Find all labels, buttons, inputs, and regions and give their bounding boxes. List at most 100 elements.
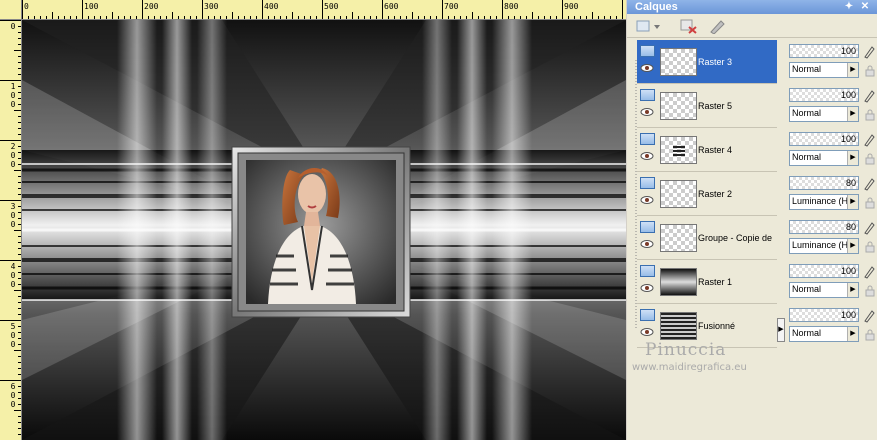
delete-layer-icon xyxy=(680,19,697,34)
new-layer-button[interactable] xyxy=(635,17,663,35)
chevron-right-icon: ▶ xyxy=(847,283,858,297)
layer-row-groupe-copie[interactable]: Groupe - Copie de 80 Luminance (H) ▶ xyxy=(637,216,877,260)
opacity-slider[interactable]: 100 xyxy=(789,132,859,146)
brush-icon[interactable] xyxy=(863,89,875,103)
brush-icon[interactable] xyxy=(863,221,875,235)
blend-mode-select[interactable]: Luminance (H) ▶ xyxy=(789,194,859,210)
brush-icon[interactable] xyxy=(863,177,875,191)
ruler-h-label: 500 xyxy=(324,2,339,11)
ruler-h-label: 200 xyxy=(144,2,159,11)
layer-main[interactable]: Groupe - Copie de xyxy=(637,216,777,260)
chevron-right-icon: ▶ xyxy=(847,107,858,121)
blend-mode-select[interactable]: Normal ▶ xyxy=(789,326,859,342)
blend-mode-select[interactable]: Normal ▶ xyxy=(789,106,859,122)
ruler-v-label: 100 xyxy=(10,82,16,109)
close-icon[interactable]: ✕ xyxy=(859,1,871,12)
lock-icon[interactable] xyxy=(865,285,875,297)
layer-row-raster-1[interactable]: Raster 1 100 Normal ▶ xyxy=(637,260,877,304)
layer-main[interactable]: Raster 2 xyxy=(637,172,777,216)
layer-row-raster-2[interactable]: Raster 2 80 Luminance (H) ▶ xyxy=(637,172,877,216)
layer-row-raster-4[interactable]: Raster 4 100 Normal ▶ xyxy=(637,128,877,172)
lock-icon[interactable] xyxy=(865,197,875,209)
visibility-eye-icon[interactable] xyxy=(640,283,654,293)
delete-layer-button[interactable] xyxy=(679,17,699,35)
lock-icon[interactable] xyxy=(865,65,875,77)
layer-thumbnail xyxy=(660,92,697,120)
layer-thumbnail xyxy=(660,180,697,208)
canvas-image[interactable] xyxy=(22,20,626,440)
brush-icon[interactable] xyxy=(863,309,875,323)
layer-properties-button[interactable] xyxy=(707,17,727,35)
raster-layer-icon xyxy=(640,265,655,277)
layer-controls: 100 Normal ▶ xyxy=(787,262,877,302)
lock-icon[interactable] xyxy=(865,153,875,165)
layer-row-raster-3[interactable]: Raster 3 100 Normal ▶ xyxy=(637,40,877,84)
ruler-h-label: 400 xyxy=(264,2,279,11)
blend-mode-value: Normal xyxy=(792,64,822,74)
blend-mode-select[interactable]: Luminance (H) ▶ xyxy=(789,238,859,254)
layer-name: Raster 1 xyxy=(698,277,733,287)
opacity-slider[interactable]: 100 xyxy=(789,88,859,102)
ruler-v-label: 500 xyxy=(10,322,16,349)
pin-icon[interactable]: ✦ xyxy=(843,1,855,12)
opacity-value: 100 xyxy=(840,266,856,276)
layer-controls: 80 Luminance (H) ▶ xyxy=(787,218,877,258)
blend-mode-value: Normal xyxy=(792,284,822,294)
layer-thumbnail xyxy=(660,312,697,340)
brush-icon[interactable] xyxy=(863,265,875,279)
raster-layer-icon xyxy=(640,309,655,321)
opacity-slider[interactable]: 100 xyxy=(789,308,859,322)
ruler-corner xyxy=(0,0,22,20)
ruler-h-label: 300 xyxy=(204,2,219,11)
layer-main[interactable]: Raster 3 xyxy=(637,40,777,84)
blend-mode-value: Luminance (H) xyxy=(792,196,852,206)
ruler-v-label: 600 xyxy=(10,382,16,409)
opacity-slider[interactable]: 80 xyxy=(789,176,859,190)
blend-mode-value: Normal xyxy=(792,108,822,118)
watermark-url: www.maidiregrafica.eu xyxy=(632,362,747,373)
blend-mode-select[interactable]: Normal ▶ xyxy=(789,282,859,298)
opacity-value: 100 xyxy=(840,310,856,320)
visibility-eye-icon[interactable] xyxy=(640,63,654,73)
chevron-right-icon: ▶ xyxy=(847,195,858,209)
ruler-h-label: 600 xyxy=(384,2,399,11)
brush-icon[interactable] xyxy=(863,45,875,59)
layer-name: Groupe - Copie de xyxy=(698,233,773,243)
thumbnail-bars xyxy=(673,146,685,156)
layers-panel: Calques ✦ ✕ Raster 3 100 Normal ▶ Raster… xyxy=(627,0,877,440)
blend-mode-value: Luminance (H) xyxy=(792,240,852,250)
brush-icon[interactable] xyxy=(863,133,875,147)
layer-controls: 100 Normal ▶ xyxy=(787,130,877,170)
visibility-eye-icon[interactable] xyxy=(640,327,654,337)
opacity-slider[interactable]: 80 xyxy=(789,220,859,234)
horizontal-ruler: 0 100 200 300 400 500 600 700 800 900 xyxy=(22,0,626,20)
layer-row-raster-5[interactable]: Raster 5 100 Normal ▶ xyxy=(637,84,877,128)
panel-splitter-chevron-icon[interactable]: ▶ xyxy=(777,318,785,342)
blend-mode-select[interactable]: Normal ▶ xyxy=(789,62,859,78)
lock-icon[interactable] xyxy=(865,329,875,341)
visibility-eye-icon[interactable] xyxy=(640,151,654,161)
panel-title-bar: Calques ✦ ✕ xyxy=(627,0,877,14)
layer-controls: 100 Normal ▶ xyxy=(787,42,877,82)
visibility-eye-icon[interactable] xyxy=(640,239,654,249)
visibility-eye-icon[interactable] xyxy=(640,195,654,205)
raster-layer-icon xyxy=(640,45,655,57)
blend-mode-select[interactable]: Normal ▶ xyxy=(789,150,859,166)
layer-main[interactable]: Raster 4 xyxy=(637,128,777,172)
visibility-eye-icon[interactable] xyxy=(640,107,654,117)
ruler-v-label: 300 xyxy=(10,202,16,229)
layers-toolbar xyxy=(627,14,877,38)
lock-icon[interactable] xyxy=(865,241,875,253)
chevron-right-icon: ▶ xyxy=(847,63,858,77)
ruler-h-label: 800 xyxy=(504,2,519,11)
layer-name: Fusionné xyxy=(698,321,736,331)
blend-mode-value: Normal xyxy=(792,152,822,162)
layer-main[interactable]: Raster 5 xyxy=(637,84,777,128)
opacity-slider[interactable]: 100 xyxy=(789,264,859,278)
ruler-h-label: 0 xyxy=(24,2,29,11)
layer-main[interactable]: Raster 1 xyxy=(637,260,777,304)
lock-icon[interactable] xyxy=(865,109,875,121)
ruler-h-label: 100 xyxy=(84,2,99,11)
new-layer-icon xyxy=(636,20,660,32)
opacity-slider[interactable]: 100 xyxy=(789,44,859,58)
